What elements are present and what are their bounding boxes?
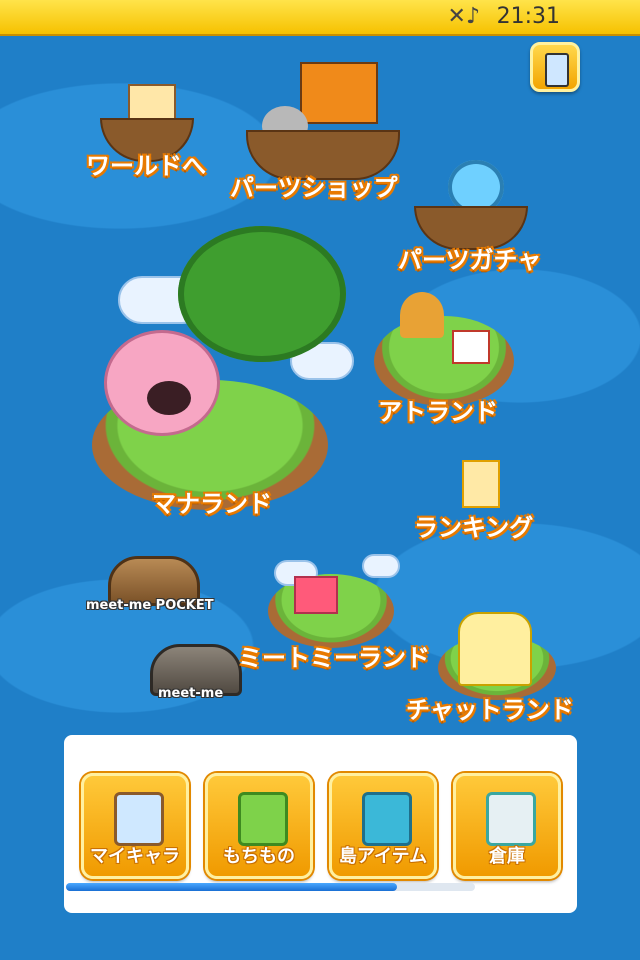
parts-gacha-label: パーツガチャ	[398, 246, 542, 274]
warehouse-label: 倉庫	[489, 846, 525, 867]
suitcase-icon	[362, 792, 412, 846]
meetme-land-label: ミートミーランド	[238, 644, 430, 672]
ranking-label: ランキング	[414, 514, 534, 542]
palace-icon	[458, 612, 532, 686]
chat-land-label: チャットランド	[406, 696, 574, 724]
sail-icon	[300, 62, 378, 124]
manaland-label: マナランド	[152, 490, 272, 518]
world-label: ワールドへ	[86, 152, 206, 180]
bag-icon	[238, 792, 288, 846]
status-bar: ✕♪ 21:31	[0, 0, 640, 36]
character-card-icon	[114, 792, 164, 846]
scroll-icon	[462, 460, 500, 508]
status-time: 21:31	[496, 4, 560, 29]
phone-icon	[545, 53, 569, 87]
warehouse-button[interactable]: 倉庫	[453, 773, 561, 879]
island-items-label: 島アイテム	[338, 846, 428, 867]
pig-icon	[104, 330, 220, 436]
bottom-menu-panel: マイキャラ もちもの 島アイテム 倉庫	[64, 735, 577, 913]
island-items-button[interactable]: 島アイテム	[329, 773, 437, 879]
muted-music-icon: ✕♪	[447, 4, 480, 29]
inventory-label: もちもの	[223, 846, 295, 867]
shop-icon	[294, 576, 338, 614]
mountain-icon	[400, 292, 444, 338]
my-character-button[interactable]: マイキャラ	[81, 773, 189, 879]
warehouse-icon	[486, 792, 536, 846]
meetme-pocket-label: meet-me POCKET	[86, 598, 214, 613]
tree-icon	[178, 226, 346, 362]
phone-button[interactable]	[530, 42, 580, 92]
meetme-label: meet-me	[158, 686, 224, 701]
house-icon	[452, 330, 490, 364]
my-character-label: マイキャラ	[90, 846, 180, 867]
inventory-button[interactable]: もちもの	[205, 773, 313, 879]
atland-label: アトランド	[378, 398, 498, 426]
menu-progress-bar	[66, 883, 475, 891]
parts-shop-label: パーツショップ	[230, 174, 398, 202]
cloud-icon	[362, 554, 400, 578]
menu-progress-fill	[66, 883, 398, 891]
